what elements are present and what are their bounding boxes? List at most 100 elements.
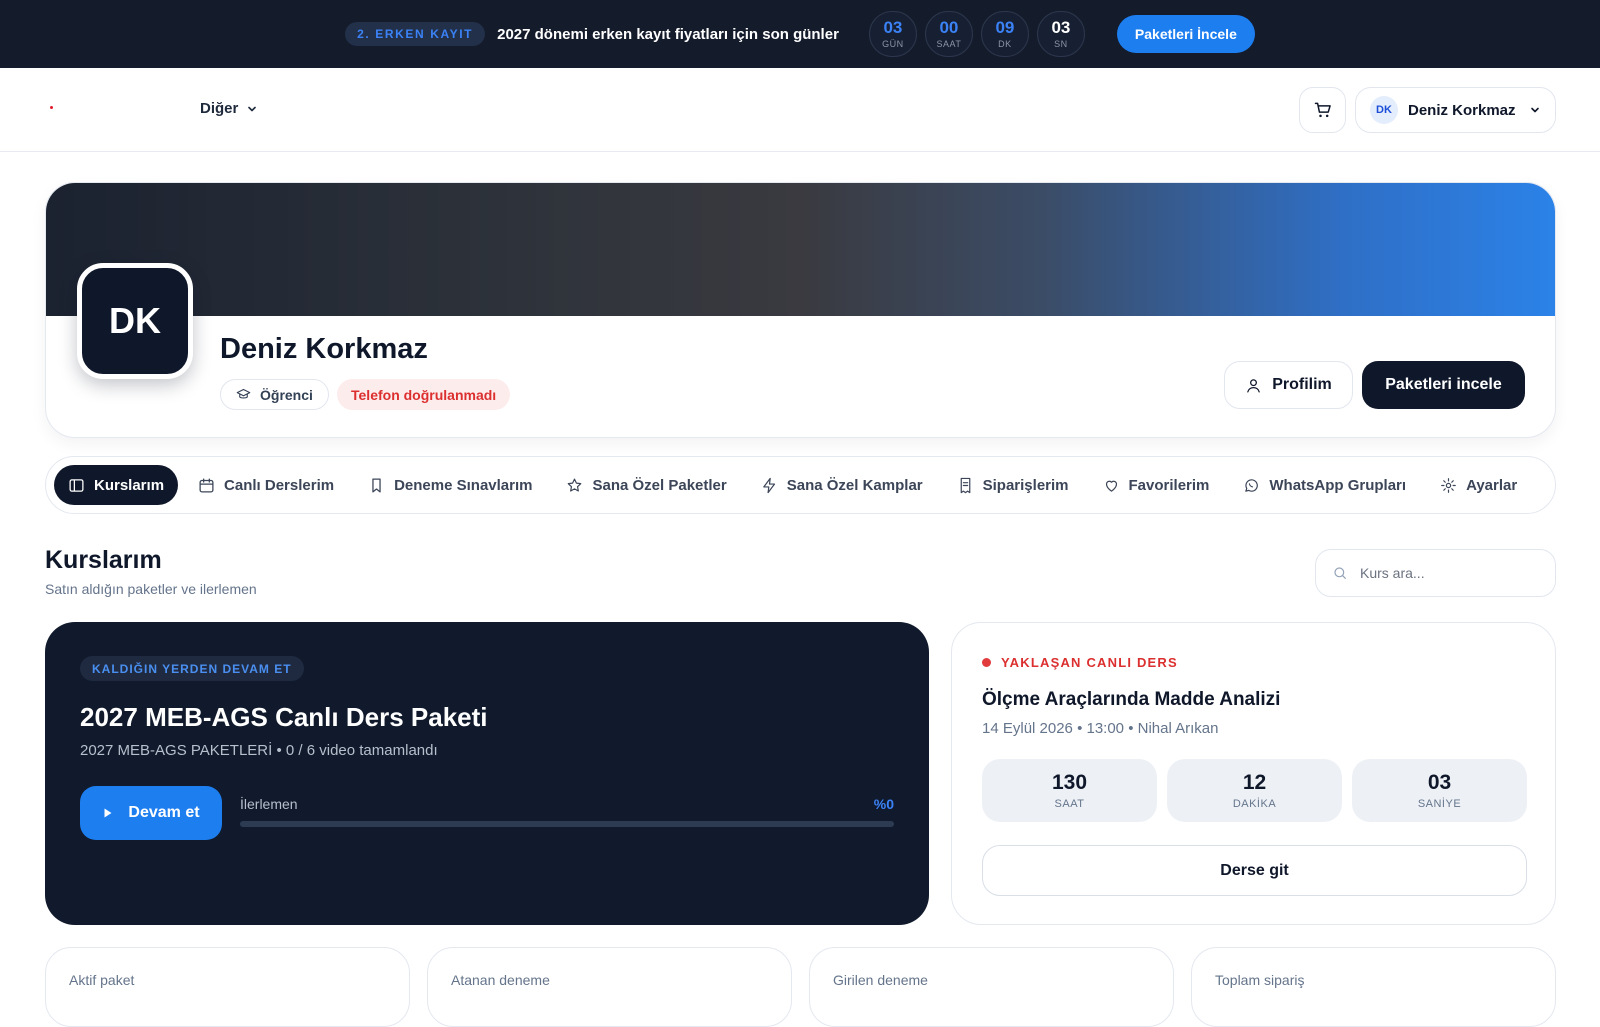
profile-button[interactable]: Profilim: [1224, 361, 1353, 409]
promo-badge: 2. ERKEN KAYIT: [345, 22, 486, 46]
stat-card-total-orders: Toplam sipariş: [1191, 947, 1556, 1027]
profile-tabs: Kurslarım Canlı Derslerim Deneme Sınavla…: [45, 456, 1556, 514]
tab-sana-ozel-kamplar[interactable]: Sana Özel Kamplar: [747, 465, 937, 505]
tab-label: Sana Özel Kamplar: [786, 476, 923, 494]
user-name: Deniz Korkmaz: [1408, 101, 1516, 119]
receipt-icon: [960, 477, 970, 493]
go-to-lesson-button[interactable]: Derse git: [982, 845, 1527, 896]
tab-ayarlar[interactable]: Ayarlar: [1426, 465, 1531, 505]
continue-course-card: KALDIĞIN YERDEN DEVAM ET 2027 MEB-AGS Ca…: [45, 622, 929, 925]
countdown-label: DK: [998, 39, 1012, 49]
star-icon: [568, 478, 582, 492]
bolt-icon: [762, 477, 775, 493]
course-title: 2027 MEB-AGS Canlı Ders Paketi: [80, 702, 488, 732]
tab-deneme-sinavlarim[interactable]: Deneme Sınavlarım: [354, 465, 546, 505]
lesson-meta: 14 Eylül 2026 • 13:00 • Nihal Arıkan: [982, 720, 1219, 737]
cart-icon: [1314, 102, 1331, 118]
course-subtitle: 2027 MEB-AGS PAKETLERİ • 0 / 6 video tam…: [80, 742, 438, 759]
tab-canli-derslerim[interactable]: Canlı Derslerim: [184, 465, 348, 505]
promo-countdown-hours: 00 SAAT: [924, 11, 973, 57]
countdown-value: 09: [995, 18, 1015, 37]
stat-label: Toplam sipariş: [1215, 972, 1305, 988]
tab-label: Kurslarım: [94, 476, 165, 494]
continue-button-label: Devam et: [128, 804, 200, 821]
promo-text: 2027 dönemi erken kayıt fiyatları için s…: [497, 25, 839, 43]
calendar-icon: [199, 477, 214, 493]
tab-whatsapp-gruplari[interactable]: WhatsApp Grupları: [1229, 465, 1420, 505]
progress-value: %0: [873, 796, 894, 812]
countdown-label: SAAT: [1054, 798, 1085, 810]
countdown-value: 130: [1051, 771, 1088, 794]
profile-avatar: DK: [77, 263, 193, 379]
role-tag-label: Öğrenci: [260, 386, 313, 403]
stat-label: Aktif paket: [69, 972, 135, 988]
countdown-label: SANİYE: [1417, 798, 1462, 810]
tab-label: Deneme Sınavlarım: [394, 476, 533, 494]
role-tag: Öğrenci: [220, 379, 329, 410]
continue-button[interactable]: Devam et: [80, 786, 222, 840]
play-icon: [104, 808, 112, 818]
upcoming-live-lesson-card: YAKLAŞAN CANLI DERS Ölçme Araçlarında Ma…: [951, 622, 1556, 925]
lesson-countdown-minutes: 12 DAKİKA: [1167, 759, 1342, 822]
tab-label: Canlı Derslerim: [224, 476, 335, 494]
nav-more-menu[interactable]: Diğer: [200, 100, 258, 117]
countdown-value: 00: [939, 18, 959, 37]
stat-card-active-package: Aktif paket: [45, 947, 410, 1027]
nav-more-label: Diğer: [200, 100, 239, 117]
countdown-label: SN: [1054, 39, 1068, 49]
countdown-value: 12: [1242, 771, 1267, 794]
continue-badge: KALDIĞIN YERDEN DEVAM ET: [80, 656, 304, 681]
stat-label: Atanan deneme: [451, 972, 550, 988]
countdown-value: 03: [1427, 771, 1452, 794]
search-icon: [1334, 567, 1346, 579]
graduation-cap-icon: [236, 388, 251, 399]
tab-label: Sana Özel Paketler: [592, 476, 727, 494]
lesson-countdown-seconds: 03 SANİYE: [1352, 759, 1527, 822]
user-icon: [1247, 378, 1261, 393]
gear-icon: [1441, 477, 1456, 493]
chevron-down-icon: [1531, 107, 1539, 113]
stat-card-assigned-exam: Atanan deneme: [427, 947, 792, 1027]
promo-countdown-seconds: 03 SN: [1036, 11, 1085, 57]
promo-bar: 2. ERKEN KAYIT 2027 dönemi erken kayıt f…: [0, 0, 1600, 68]
chevron-down-icon: [248, 106, 257, 111]
profile-card: DK Deniz Korkmaz Öğrenci Telefon doğrula…: [45, 182, 1556, 438]
tab-kurslarim[interactable]: Kurslarım: [54, 465, 179, 505]
tab-label: Favorilerim: [1128, 476, 1210, 494]
live-badge: YAKLAŞAN CANLI DERS: [982, 655, 1178, 670]
countdown-label: DAKİKA: [1232, 798, 1277, 810]
phone-unverified-badge: Telefon doğrulanmadı: [337, 379, 511, 410]
lesson-countdown-hours: 130 SAAT: [982, 759, 1157, 822]
heart-icon: [1105, 480, 1117, 492]
tab-label: Siparişlerim: [982, 476, 1069, 494]
packages-button[interactable]: Paketleri incele: [1362, 361, 1525, 409]
promo-packages-button[interactable]: Paketleri İncele: [1116, 15, 1255, 53]
tab-sana-ozel-paketler[interactable]: Sana Özel Paketler: [552, 465, 740, 505]
bookmark-icon: [372, 477, 381, 493]
live-badge-label: YAKLAŞAN CANLI DERS: [1001, 655, 1178, 670]
search-input[interactable]: [1360, 565, 1510, 581]
cart-button[interactable]: [1299, 87, 1346, 133]
live-dot-icon: [982, 658, 991, 667]
profile-button-label: Profilim: [1272, 376, 1332, 393]
logo[interactable]: [50, 106, 53, 109]
progress-bar: [240, 821, 894, 827]
section-title: Kurslarım: [45, 546, 162, 574]
sidebar-icon: [69, 478, 84, 492]
stat-label: Girilen deneme: [833, 972, 928, 988]
avatar: DK: [1370, 96, 1398, 124]
countdown-value: 03: [1051, 18, 1071, 37]
progress-label: İlerlemen: [240, 796, 298, 812]
tab-siparislerim[interactable]: Siparişlerim: [943, 465, 1083, 505]
promo-countdown-minutes: 09 DK: [980, 11, 1029, 57]
countdown-value: 03: [883, 18, 903, 37]
whatsapp-icon: [1245, 478, 1259, 492]
lesson-title: Ölçme Araçlarında Madde Analizi: [982, 689, 1281, 710]
tab-favorilerim[interactable]: Favorilerim: [1089, 465, 1224, 505]
stat-card-taken-exam: Girilen deneme: [809, 947, 1174, 1027]
tab-label: WhatsApp Grupları: [1269, 476, 1407, 494]
course-search[interactable]: [1315, 549, 1556, 597]
countdown-label: SAAT: [936, 39, 962, 49]
user-menu-button[interactable]: DK Deniz Korkmaz: [1355, 87, 1556, 133]
profile-banner: [46, 183, 1555, 316]
